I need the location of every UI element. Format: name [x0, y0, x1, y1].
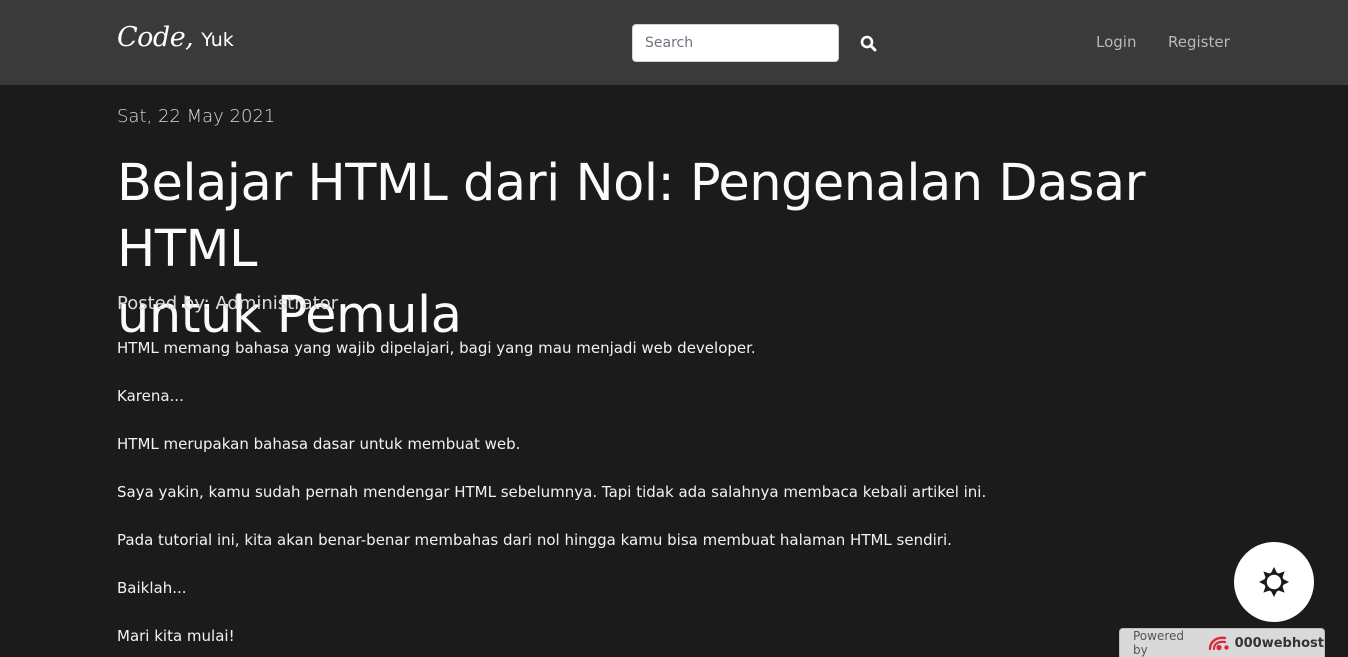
- sun-icon: [1259, 567, 1289, 597]
- post-paragraph: Mari kita mulai!: [117, 627, 235, 645]
- register-link[interactable]: Register: [1168, 33, 1230, 51]
- post-title-line-1: Belajar HTML dari Nol: Pengenalan Dasar …: [117, 154, 1146, 279]
- post-paragraph: Pada tutorial ini, kita akan benar-benar…: [117, 531, 952, 549]
- login-link[interactable]: Login: [1096, 33, 1136, 51]
- post-title: Belajar HTML dari Nol: Pengenalan Dasar …: [117, 151, 1247, 349]
- post-paragraph: Baiklah...: [117, 579, 187, 597]
- post-date: Sat, 22 May 2021: [117, 106, 276, 127]
- post-paragraph: Saya yakin, kamu sudah pernah mendengar …: [117, 483, 987, 501]
- webhost-logo-icon: [1207, 634, 1231, 652]
- powered-by-host: 000webhost: [1234, 635, 1324, 651]
- search-button[interactable]: [853, 28, 883, 58]
- powered-by-label: Powered by: [1133, 629, 1185, 657]
- post-author: Posted by: Administrator: [117, 293, 339, 314]
- brand-code: Code,: [117, 22, 194, 53]
- brand-yuk: Yuk: [201, 29, 234, 51]
- brand-logo[interactable]: Code, Yuk: [117, 22, 234, 62]
- navbar: Code, Yuk Login Register: [0, 0, 1348, 85]
- theme-toggle-button[interactable]: [1234, 542, 1314, 622]
- search-icon: [860, 35, 876, 51]
- post-paragraph: Karena...: [117, 387, 184, 405]
- powered-by-badge[interactable]: Powered by 000webhost: [1119, 628, 1325, 657]
- search-input[interactable]: [632, 24, 839, 62]
- post-paragraph: HTML memang bahasa yang wajib dipelajari…: [117, 339, 756, 357]
- post-paragraph: HTML merupakan bahasa dasar untuk membua…: [117, 435, 521, 453]
